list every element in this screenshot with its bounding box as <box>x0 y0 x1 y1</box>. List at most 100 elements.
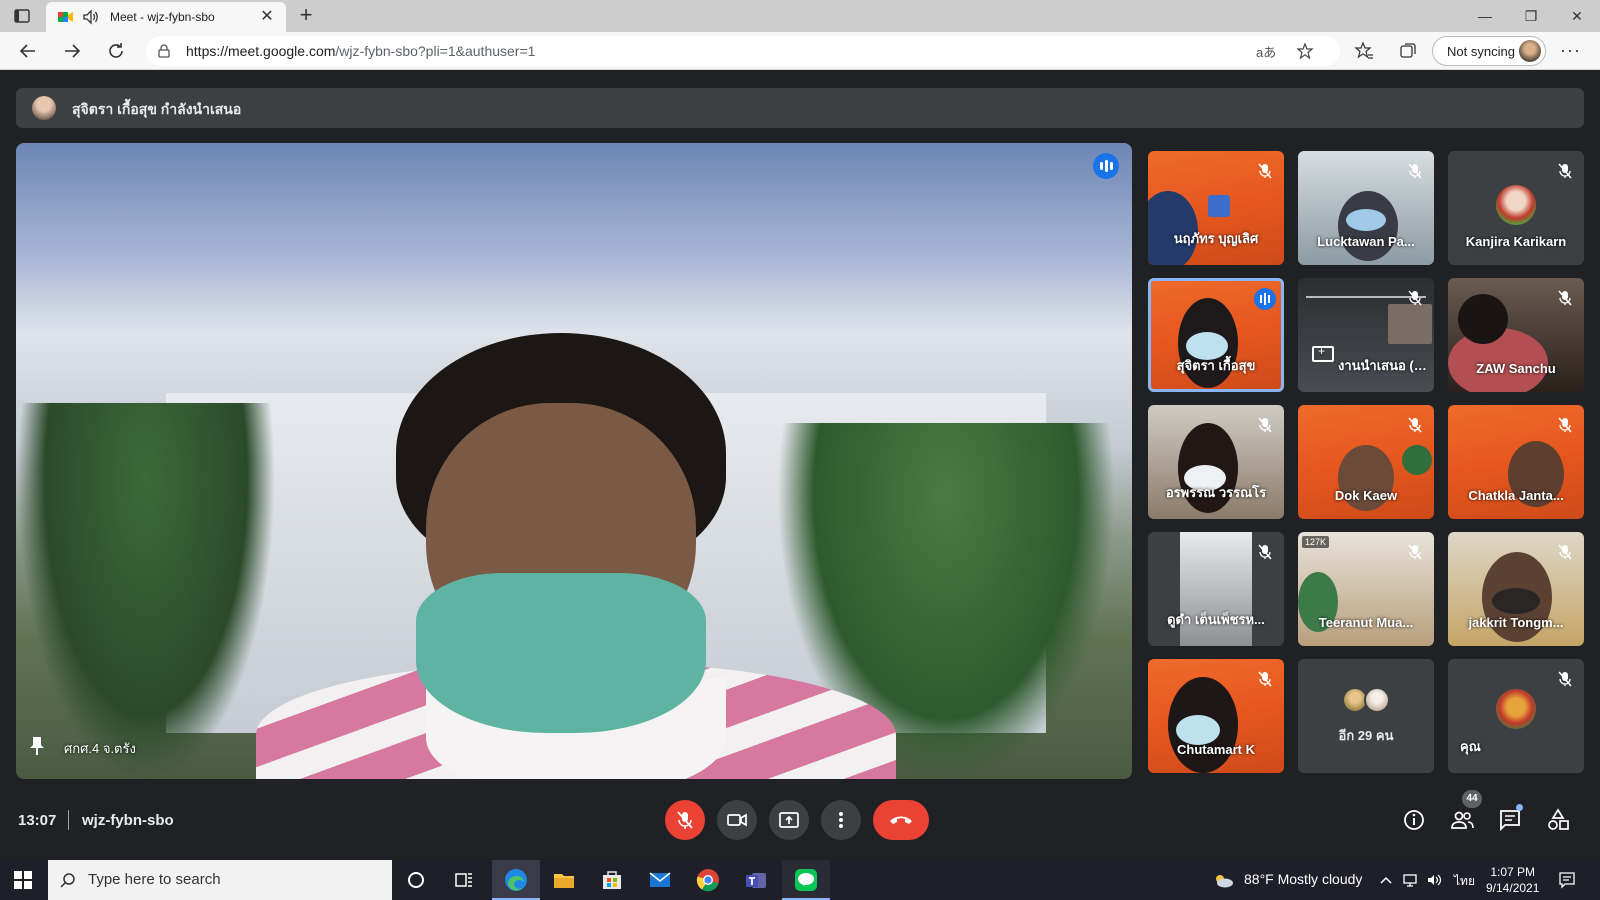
mail-icon[interactable] <box>646 866 674 894</box>
participant-avatar <box>1364 687 1390 713</box>
present-screen-button[interactable] <box>769 800 809 840</box>
close-window-icon[interactable]: ✕ <box>1564 4 1590 28</box>
presenter-avatar <box>32 96 56 120</box>
participant-tile[interactable]: 127K Teeranut Mua... <box>1298 532 1434 646</box>
refresh-icon[interactable] <box>104 39 128 63</box>
windows-start-icon[interactable] <box>14 871 32 889</box>
present-screen-icon <box>779 812 799 828</box>
line-app-icon[interactable] <box>792 866 820 894</box>
meeting-details-icon[interactable] <box>1402 808 1426 832</box>
microphone-toggle-button[interactable] <box>665 800 705 840</box>
windows-taskbar: Type here to search 88°F Mostly cloudy ไ… <box>0 860 1600 900</box>
browser-tab-bar: Meet - wjz-fybn-sbo ✕ + — ❐ ✕ <box>0 0 1600 32</box>
tab-actions-icon[interactable] <box>12 6 32 26</box>
more-options-icon[interactable]: ··· <box>1560 40 1581 61</box>
mic-off-icon <box>1558 544 1572 560</box>
search-icon <box>60 872 76 888</box>
close-tab-icon[interactable]: ✕ <box>258 8 276 26</box>
clock-date: 9/14/2021 <box>1486 881 1540 895</box>
forward-arrow-icon[interactable] <box>60 39 84 63</box>
mic-off-icon <box>1558 417 1572 433</box>
chrome-icon[interactable] <box>694 866 722 894</box>
collections-icon[interactable] <box>1398 41 1418 61</box>
participant-tile[interactable]: jakkrit Tongm... <box>1448 532 1584 646</box>
google-meet-icon <box>58 10 74 24</box>
face-mask <box>416 573 706 733</box>
mic-off-icon <box>1558 290 1572 306</box>
audio-playing-icon[interactable] <box>82 9 100 25</box>
cortana-icon[interactable] <box>402 866 430 894</box>
microsoft-store-icon[interactable] <box>598 866 626 894</box>
more-participants-tile[interactable]: อีก 29 คน <box>1298 659 1434 773</box>
self-view-tile[interactable]: คุณ <box>1448 659 1584 773</box>
tab-title: Meet - wjz-fybn-sbo <box>110 10 215 24</box>
volume-icon[interactable] <box>1426 872 1442 888</box>
file-explorer-icon[interactable] <box>550 866 578 894</box>
mic-off-icon <box>1408 417 1422 433</box>
pin-icon[interactable] <box>28 735 46 757</box>
mic-off-icon <box>1408 290 1422 306</box>
mic-off-icon <box>1558 671 1572 687</box>
mic-off-icon <box>1258 544 1272 560</box>
tab-meet[interactable]: Meet - wjz-fybn-sbo ✕ <box>46 2 286 32</box>
read-aloud-icon[interactable]: aあ <box>1256 42 1276 61</box>
mic-off-icon <box>1558 163 1572 179</box>
participant-tile[interactable]: ZAW Sanchu <box>1448 278 1584 392</box>
participant-tile[interactable]: อรพรรณ วรรณโร <box>1148 405 1284 519</box>
speaking-indicator-icon <box>1254 288 1276 310</box>
network-icon[interactable] <box>1402 872 1418 888</box>
meeting-code[interactable]: wjz-fybn-sbo <box>82 812 174 829</box>
leave-call-button[interactable] <box>873 800 929 840</box>
mic-off-icon <box>677 811 693 829</box>
new-tab-button[interactable]: + <box>294 4 318 28</box>
more-options-button[interactable] <box>821 800 861 840</box>
task-view-icon[interactable] <box>450 866 478 894</box>
end-call-icon <box>890 816 912 824</box>
search-placeholder: Type here to search <box>88 871 221 888</box>
back-arrow-icon[interactable] <box>16 39 40 63</box>
participant-tile[interactable]: Kanjira Karikarn <box>1448 151 1584 265</box>
speaker-figure <box>256 333 896 779</box>
sync-status-label: Not syncing <box>1447 44 1515 59</box>
activities-icon[interactable] <box>1546 808 1570 832</box>
add-favorite-icon[interactable] <box>1296 42 1314 60</box>
mic-off-icon <box>1258 417 1272 433</box>
participant-tile[interactable]: Lucktawan Pa... <box>1298 151 1434 265</box>
teams-icon[interactable] <box>742 866 770 894</box>
participant-tile-active-speaker[interactable]: สุจิตรา เกื้อสุข <box>1148 278 1284 392</box>
mic-off-icon <box>1258 163 1272 179</box>
main-video-name: ศกศ.4 จ.ตรัง <box>64 741 136 756</box>
participant-avatar <box>1496 185 1536 225</box>
notifications-icon[interactable] <box>1558 871 1576 889</box>
taskbar-search-input[interactable]: Type here to search <box>48 860 392 900</box>
participants-icon[interactable] <box>1450 808 1474 832</box>
mic-off-icon <box>1258 671 1272 687</box>
unread-chat-dot <box>1516 804 1523 811</box>
favorites-icon[interactable] <box>1354 41 1374 61</box>
show-hidden-icons-chevron-icon[interactable] <box>1378 872 1394 888</box>
vertical-dots-icon <box>839 812 843 828</box>
weather-text[interactable]: 88°F Mostly cloudy <box>1244 871 1362 887</box>
profile-sync-button[interactable]: Not syncing <box>1432 36 1546 66</box>
presentation-tile[interactable]: งานนำเสนอ (สุจิตรา เกื้... <box>1298 278 1434 392</box>
edge-browser-icon[interactable] <box>502 866 530 894</box>
speaking-indicator-icon <box>1093 153 1119 179</box>
participant-tile[interactable]: Chatkla Janta... <box>1448 405 1584 519</box>
url-text: https://meet.google.com/wjz-fybn-sbo?pli… <box>186 43 536 59</box>
taskbar-clock[interactable]: 1:07 PM 9/14/2021 <box>1486 864 1539 896</box>
lock-icon[interactable] <box>158 44 170 58</box>
participant-tile[interactable]: Dok Kaew <box>1298 405 1434 519</box>
minimize-icon[interactable]: — <box>1472 4 1498 28</box>
participant-tile[interactable]: Chutamart K <box>1148 659 1284 773</box>
participant-tile[interactable]: นฤภัทร บุญเลิศ <box>1148 151 1284 265</box>
participant-count-badge: 44 <box>1462 790 1482 808</box>
main-video-feed[interactable]: ศกศ.4 จ.ตรัง <box>16 143 1132 779</box>
input-language-indicator[interactable]: ไทย <box>1454 872 1475 891</box>
participant-tile[interactable]: ดูดำ เต็นเพ็ชรห... <box>1148 532 1284 646</box>
weather-icon[interactable] <box>1212 872 1234 888</box>
presenting-banner: สุจิตรา เกื้อสุข กำลังนำเสนอ <box>16 88 1584 128</box>
url-field[interactable]: https://meet.google.com/wjz-fybn-sbo?pli… <box>146 36 1340 66</box>
restore-icon[interactable]: ❐ <box>1518 4 1544 28</box>
chat-icon[interactable] <box>1498 808 1522 832</box>
camera-toggle-button[interactable] <box>717 800 757 840</box>
